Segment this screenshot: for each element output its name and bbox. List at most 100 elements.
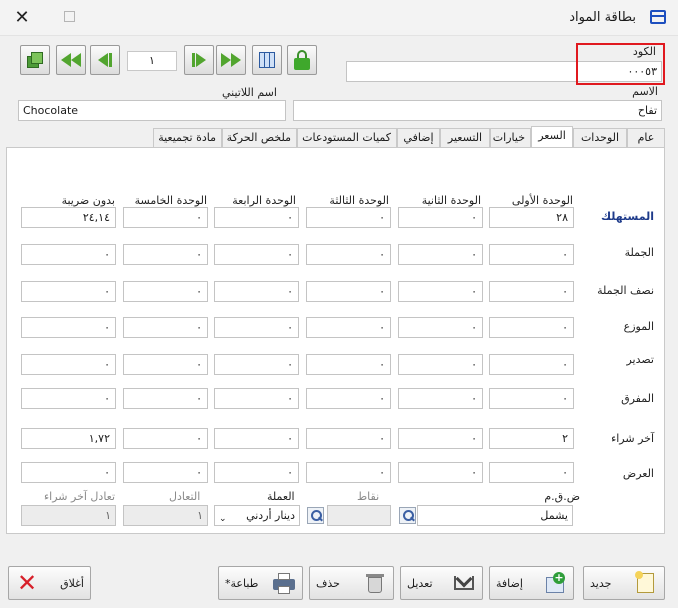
add-button[interactable]: + إضافة (489, 566, 574, 600)
first-record-button[interactable] (56, 45, 86, 75)
price-cell-offer-col-5[interactable]: ٠ (123, 462, 208, 483)
window-maximize-button[interactable] (64, 11, 75, 22)
price-cell-export-col-6[interactable]: ٠ (21, 354, 116, 375)
price-cell-retail-col-6[interactable]: ٠ (21, 388, 116, 409)
row-label-export: تصدير (626, 353, 654, 366)
close-button-label: أغلاق (60, 576, 84, 590)
price-cell-consumer-col-5[interactable]: ٠ (123, 207, 208, 228)
price-cell-export-col-3[interactable]: ٠ (306, 354, 391, 375)
tab-pricing[interactable]: التسعير (440, 128, 490, 147)
currency-select[interactable]: دينار أردني ⌄ (214, 505, 300, 526)
price-cell-wholesale-col-1[interactable]: ٠ (489, 244, 574, 265)
price-cell-retail-col-5[interactable]: ٠ (123, 388, 208, 409)
points-field[interactable] (327, 505, 391, 526)
price-cell-last-purchase-col-3[interactable]: ٠ (306, 428, 391, 449)
delete-button-label: حذف (316, 576, 340, 590)
close-button[interactable]: أغلاق ✕ (8, 566, 91, 600)
previous-record-button[interactable] (90, 45, 120, 75)
edit-icon (452, 570, 476, 595)
edit-button-label: تعديل (407, 576, 433, 590)
price-cell-distributor-col-4[interactable]: ٠ (214, 317, 299, 338)
currency-label: العملة (267, 490, 295, 503)
price-cell-distributor-col-2[interactable]: ٠ (398, 317, 483, 338)
points-search-icon[interactable] (307, 507, 324, 524)
tab-movement-summary[interactable]: ملخص الحركة (222, 128, 297, 147)
price-cell-offer-col-4[interactable]: ٠ (214, 462, 299, 483)
price-cell-export-col-1[interactable]: ٠ (489, 354, 574, 375)
price-cell-last-purchase-col-5[interactable]: ٠ (123, 428, 208, 449)
next-record-button[interactable] (184, 45, 214, 75)
price-cell-export-col-2[interactable]: ٠ (398, 354, 483, 375)
price-cell-half-wholesale-col-4[interactable]: ٠ (214, 281, 299, 302)
price-cell-retail-col-4[interactable]: ٠ (214, 388, 299, 409)
record-number-field[interactable]: ١ (127, 51, 177, 71)
name-field[interactable]: تفاح (293, 100, 662, 121)
col-header-unit-2: الوحدة الثانية (421, 194, 481, 207)
price-cell-last-purchase-col-2[interactable]: ٠ (398, 428, 483, 449)
next-record-icon (192, 53, 206, 67)
price-cell-wholesale-col-3[interactable]: ٠ (306, 244, 391, 265)
price-cell-consumer-col-4[interactable]: ٠ (214, 207, 299, 228)
equivalence-field[interactable]: ١ (123, 505, 208, 526)
price-cell-half-wholesale-col-1[interactable]: ٠ (489, 281, 574, 302)
trash-icon (363, 571, 387, 595)
window-close-button[interactable]: ✕ (8, 6, 36, 30)
price-cell-half-wholesale-col-5[interactable]: ٠ (123, 281, 208, 302)
tab-general[interactable]: عام (627, 128, 665, 147)
price-cell-distributor-col-6[interactable]: ٠ (21, 317, 116, 338)
points-label: نقاط (357, 490, 380, 503)
row-label-wholesale: الجملة (624, 246, 654, 259)
price-cell-export-col-5[interactable]: ٠ (123, 354, 208, 375)
price-cell-export-col-4[interactable]: ٠ (214, 354, 299, 375)
price-cell-half-wholesale-col-2[interactable]: ٠ (398, 281, 483, 302)
vat-search-icon[interactable] (399, 507, 416, 524)
price-cell-retail-col-3[interactable]: ٠ (306, 388, 391, 409)
price-cell-distributor-col-5[interactable]: ٠ (123, 317, 208, 338)
new-button-label: جديد (590, 576, 612, 590)
last-record-button[interactable] (216, 45, 246, 75)
print-button[interactable]: طباعة* (218, 566, 303, 600)
grid-view-button[interactable] (252, 45, 282, 75)
price-cell-last-purchase-col-6[interactable]: ١,٧٢ (21, 428, 116, 449)
price-cell-offer-col-2[interactable]: ٠ (398, 462, 483, 483)
tab-price[interactable]: السعر (531, 126, 573, 148)
price-cell-consumer-col-3[interactable]: ٠ (306, 207, 391, 228)
new-button[interactable]: جديد (583, 566, 665, 600)
price-cell-retail-col-1[interactable]: ٠ (489, 388, 574, 409)
tab-warehouse-quantities[interactable]: كميات المستودعات (297, 128, 397, 147)
vat-field[interactable]: يشمل (417, 505, 573, 526)
price-cell-consumer-col-1[interactable]: ٢٨ (489, 207, 574, 228)
tab-extra[interactable]: إضافي (397, 128, 440, 147)
price-cell-distributor-col-3[interactable]: ٠ (306, 317, 391, 338)
price-cell-distributor-col-1[interactable]: ٠ (489, 317, 574, 338)
price-cell-consumer-col-6[interactable]: ٢٤,١٤ (21, 207, 116, 228)
price-cell-consumer-col-2[interactable]: ٠ (398, 207, 483, 228)
tab-units[interactable]: الوحدات (573, 128, 627, 147)
export-button[interactable] (20, 45, 50, 75)
tab-options[interactable]: خيارات (490, 128, 531, 147)
price-cell-offer-col-3[interactable]: ٠ (306, 462, 391, 483)
price-cell-wholesale-col-4[interactable]: ٠ (214, 244, 299, 265)
price-cell-offer-col-1[interactable]: ٠ (489, 462, 574, 483)
last-purchase-equivalence-field[interactable]: ١ (21, 505, 116, 526)
price-cell-wholesale-col-6[interactable]: ٠ (21, 244, 116, 265)
price-cell-last-purchase-col-1[interactable]: ٢ (489, 428, 574, 449)
edit-button[interactable]: تعديل (400, 566, 483, 600)
new-document-icon (634, 571, 658, 595)
row-label-consumer: المستهلك (601, 210, 654, 223)
price-cell-wholesale-col-2[interactable]: ٠ (398, 244, 483, 265)
export-icon (26, 51, 44, 69)
price-cell-half-wholesale-col-6[interactable]: ٠ (21, 281, 116, 302)
price-cell-retail-col-2[interactable]: ٠ (398, 388, 483, 409)
price-cell-last-purchase-col-4[interactable]: ٠ (214, 428, 299, 449)
tab-assembly-item[interactable]: مادة تجميعية (153, 128, 222, 147)
price-cell-half-wholesale-col-3[interactable]: ٠ (306, 281, 391, 302)
price-cell-offer-col-6[interactable]: ٠ (21, 462, 116, 483)
lock-button[interactable] (287, 45, 317, 75)
delete-button[interactable]: حذف (309, 566, 394, 600)
price-cell-wholesale-col-5[interactable]: ٠ (123, 244, 208, 265)
equivalence-label: التعادل (169, 490, 201, 503)
close-x-icon: ✕ (16, 569, 38, 597)
chevron-down-icon: ⌄ (219, 514, 227, 524)
latin-name-field[interactable]: Chocolate (18, 100, 286, 121)
